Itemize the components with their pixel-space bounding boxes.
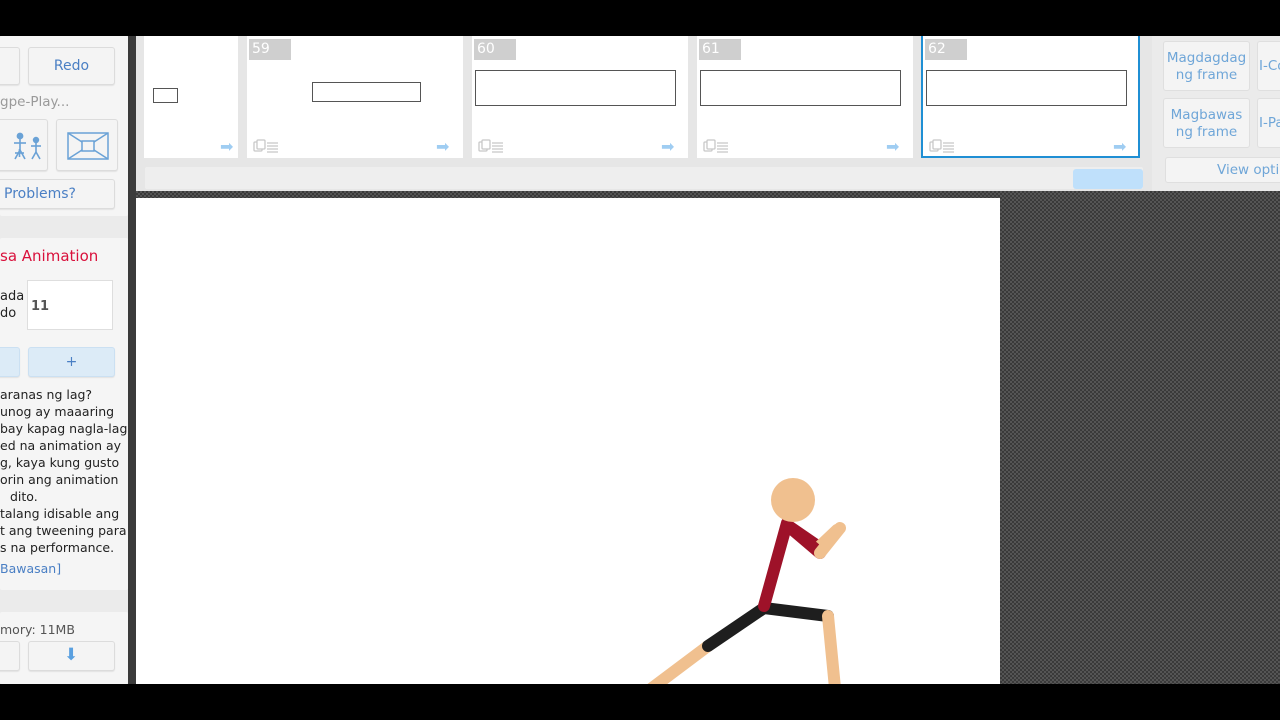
redo-button[interactable]: Redo (28, 47, 115, 85)
toolbar-card: Redo gpe-Play... Problems? (0, 36, 128, 216)
stick-figure-leg-back-lower (647, 640, 714, 684)
stick-figures-icon (14, 132, 41, 160)
stage-size-button[interactable] (56, 119, 118, 171)
frame-number: 61 (699, 39, 741, 60)
frame-number: 59 (249, 39, 291, 60)
autoplay-label: gpe-Play... (0, 94, 70, 110)
stick-figure-head (771, 478, 815, 522)
memory-card: mory: 11MB ⬇ (0, 612, 128, 684)
frame-thumbnail (475, 70, 676, 106)
timeline-frame[interactable]: ➡ (144, 36, 238, 158)
frame-thumbnail (153, 88, 178, 103)
frame-number: 62 (925, 39, 967, 60)
timeline-scrollbar-track[interactable] (145, 167, 1143, 189)
down-arrow-icon: ⬇ (64, 645, 79, 665)
minus-button[interactable] (0, 347, 20, 377)
stick-figure-leg-back-upper (702, 602, 770, 652)
frame-thumbnail (926, 70, 1127, 106)
timeline-frame[interactable]: 61 ➡ (697, 36, 913, 158)
up-button[interactable] (0, 641, 20, 671)
stage-size-icon (67, 132, 109, 160)
memory-label: mory: 11MB (0, 622, 75, 637)
timeline-frame[interactable]: 59 ➡ (247, 36, 463, 158)
frame-thumbnail (312, 82, 421, 102)
undo-button[interactable] (0, 47, 20, 85)
stick-figure-leg-front-upper (758, 602, 834, 622)
animation-settings-card: sa Animation ada do 11 + aranas ng lag? … (0, 238, 128, 590)
frame-copy-icon[interactable] (478, 139, 504, 153)
right-panel: Magdagdag ng frame I-Co Magbawas ng fram… (1152, 36, 1280, 191)
copy-frame-button[interactable]: I-Co (1257, 41, 1280, 91)
frame-thumbnail (700, 70, 901, 106)
move-down-button[interactable]: ⬇ (28, 641, 115, 671)
stick-figure-leg-front-lower (822, 610, 841, 684)
right-arrow-icon[interactable]: ➡ (220, 139, 233, 155)
view-options-button[interactable]: View optio (1165, 157, 1280, 183)
frame-number: 60 (474, 39, 516, 60)
timeline-frame-selected[interactable]: 62 ➡ (921, 36, 1140, 158)
stick-figures-button[interactable] (0, 119, 48, 171)
timeline-frame[interactable]: 60 ➡ (472, 36, 688, 158)
timeline: ➡ 59 ➡ 60 ➡ 61 ➡ 62 ➡ (136, 36, 1152, 191)
panel-divider (128, 36, 136, 684)
frame-copy-icon[interactable] (253, 139, 279, 153)
add-frame-button[interactable]: Magdagdag ng frame (1163, 41, 1250, 91)
fps-input[interactable]: 11 (27, 280, 113, 330)
reduce-link[interactable]: Bawasan] (0, 561, 61, 576)
fps-label: ada do (0, 289, 25, 321)
plus-button[interactable]: + (28, 347, 115, 377)
right-arrow-icon[interactable]: ➡ (1113, 139, 1126, 155)
lag-help-text: aranas ng lag? unog ay maaaring bay kapa… (0, 387, 128, 555)
frame-copy-icon[interactable] (703, 139, 729, 153)
animation-canvas[interactable] (136, 198, 1000, 684)
left-panel: Redo gpe-Play... Problems? sa Animation … (0, 36, 128, 684)
right-arrow-icon[interactable]: ➡ (436, 139, 449, 155)
right-arrow-icon[interactable]: ➡ (661, 139, 674, 155)
timeline-scrollbar-thumb[interactable] (1073, 169, 1143, 189)
stick-figure[interactable] (136, 198, 1000, 684)
remove-frame-button[interactable]: Magbawas ng frame (1163, 98, 1250, 148)
paste-frame-button[interactable]: I-Pa (1257, 98, 1280, 148)
stick-figure-torso (758, 517, 793, 612)
animation-section-title: sa Animation (0, 247, 99, 265)
problems-button[interactable]: Problems? (0, 179, 115, 209)
right-arrow-icon[interactable]: ➡ (886, 139, 899, 155)
stick-figure-arm-front-lower (814, 522, 846, 559)
frame-copy-icon[interactable] (929, 139, 955, 153)
